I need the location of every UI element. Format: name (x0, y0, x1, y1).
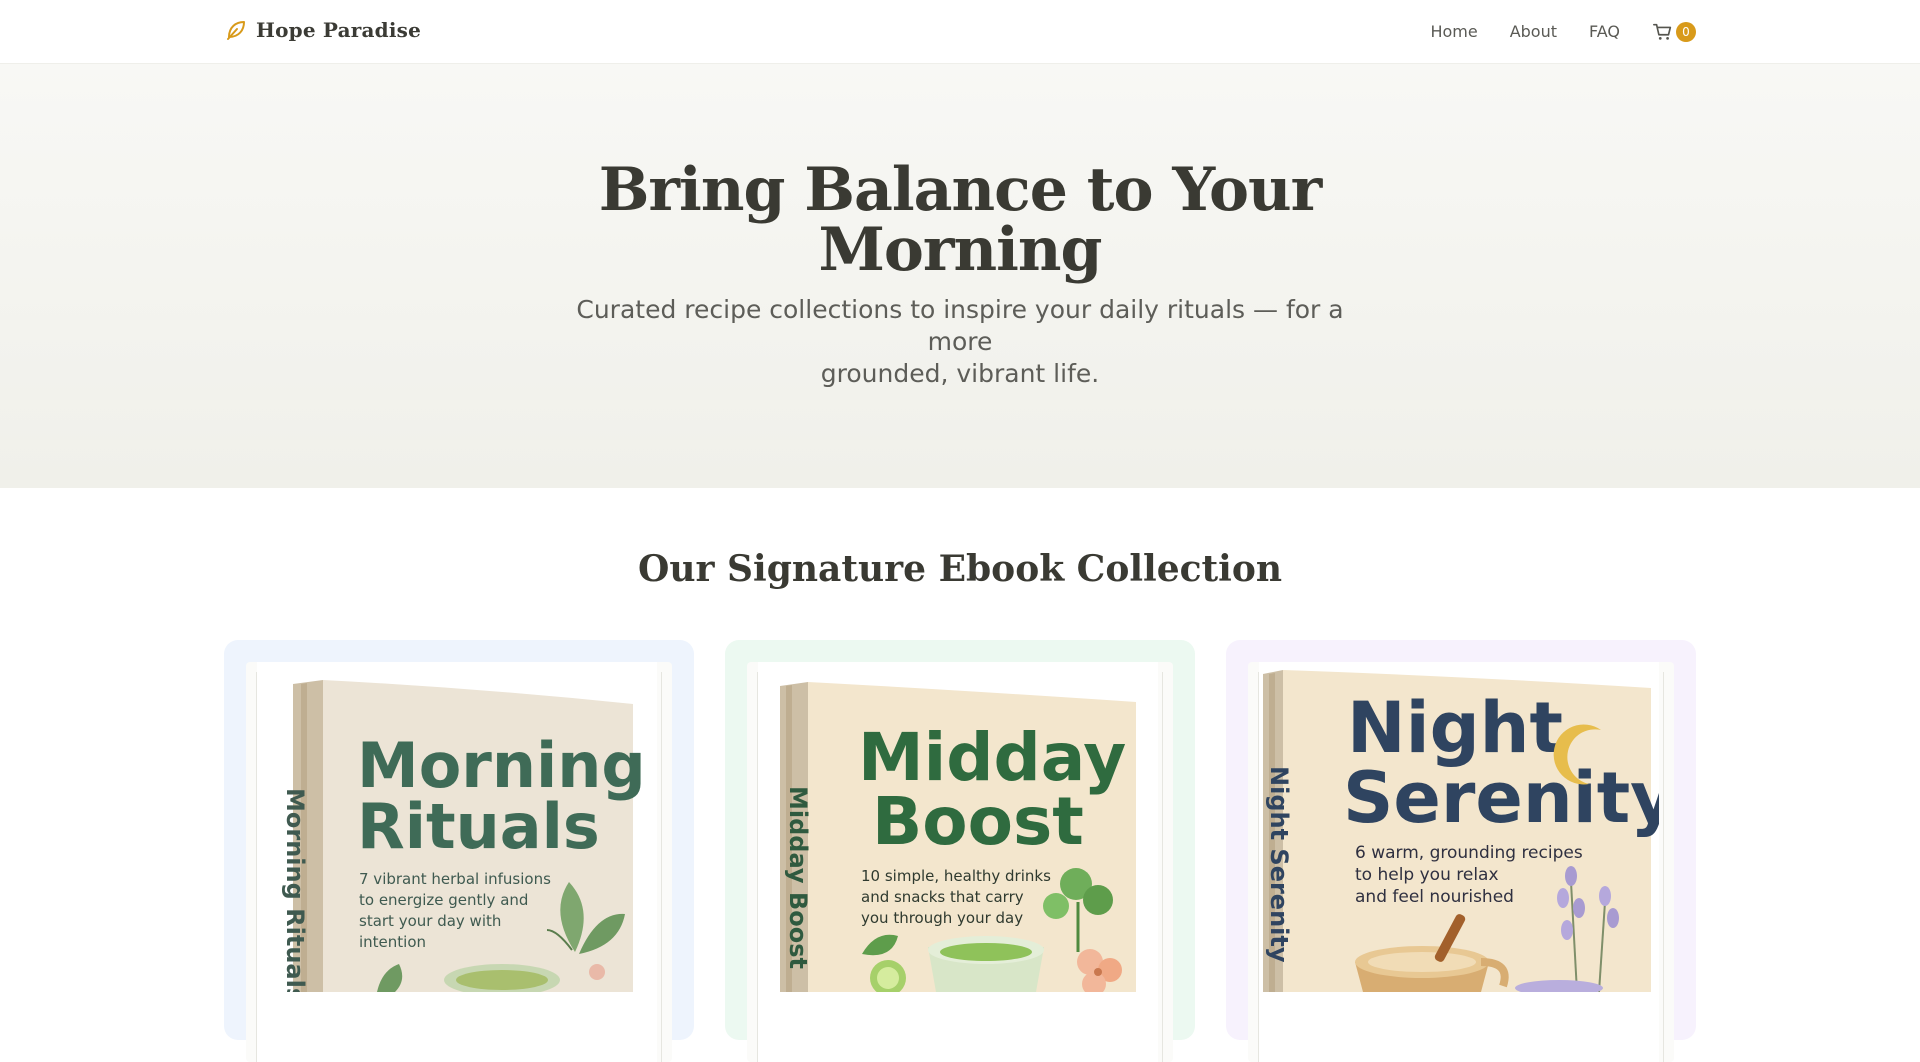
book-desc-line1: 10 simple, healthy drinks (861, 867, 1051, 885)
book-desc-line3: start your day with (359, 912, 501, 930)
shopping-cart-icon (1653, 23, 1672, 40)
leaf-icon (227, 21, 245, 40)
ebook-card-night-serenity[interactable]: Night Serenity Night Serenity 6 warm, gr… (1226, 640, 1696, 1062)
book-desc-line1: 6 warm, grounding recipes (1355, 843, 1583, 863)
nav-link-home[interactable]: Home (1430, 22, 1477, 41)
hero-title: Bring Balance to Your Morning (560, 160, 1360, 280)
ebook-card-body: Morning Rituals Morning Rituals 7 vibran… (246, 662, 672, 1062)
book-cover-image[interactable]: Morning Rituals Morning Rituals 7 vibran… (257, 662, 657, 1062)
ebook-card-body: Midday Boost Midday Boost 10 simple, hea… (747, 662, 1173, 1062)
book-spine-title: Midday Boost (784, 786, 812, 969)
book-desc-line3: you through your day (861, 909, 1023, 927)
nav-links: Home About FAQ 0 (1430, 0, 1696, 63)
morning-rituals-cover: Morning Rituals Morning Rituals 7 vibran… (281, 680, 646, 992)
top-navbar: Hope Paradise Home About FAQ 0 (0, 0, 1920, 64)
ebook-card-midday-boost[interactable]: Midday Boost Midday Boost 10 simple, hea… (725, 640, 1195, 1062)
flower-icon (589, 964, 605, 980)
hero-subtitle: Curated recipe collections to inspire yo… (560, 294, 1360, 390)
book-title-line2: Rituals (357, 790, 600, 863)
midday-boost-cover: Midday Boost Midday Boost 10 simple, hea… (780, 682, 1136, 992)
hero-subtitle-line2: grounded, vibrant life. (820, 359, 1100, 388)
hero-title-line2: Morning (818, 215, 1102, 285)
hero-section: Bring Balance to Your Morning Curated re… (0, 64, 1920, 488)
book-desc-line2: to help you relax (1355, 865, 1499, 885)
ebook-card-body: Night Serenity Night Serenity 6 warm, gr… (1248, 662, 1674, 1062)
book-desc-line4: intention (359, 933, 426, 951)
nav-link-faq[interactable]: FAQ (1589, 22, 1620, 41)
nav-link-about[interactable]: About (1510, 22, 1557, 41)
cart-button[interactable]: 0 (1652, 21, 1696, 43)
book-desc-line1: 7 vibrant herbal infusions (359, 870, 551, 888)
book-cover-image[interactable]: Night Serenity Night Serenity 6 warm, gr… (1259, 662, 1659, 1062)
brand-name: Hope Paradise (256, 18, 422, 42)
book-desc-line3: and feel nourished (1355, 887, 1514, 907)
book-spine-title: Night Serenity (1265, 766, 1293, 963)
brand-logo[interactable]: Hope Paradise (224, 18, 421, 42)
book-cover-image[interactable]: Midday Boost Midday Boost 10 simple, hea… (758, 662, 1158, 1062)
green-juice-cup-illustration (928, 936, 1044, 992)
ebook-card-morning-rituals[interactable]: Morning Rituals Morning Rituals 7 vibran… (224, 640, 694, 1062)
book-desc-line2: and snacks that carry (861, 888, 1024, 906)
book-title-line2: Serenity (1343, 757, 1659, 839)
book-spine-title: Morning Rituals (281, 788, 309, 992)
night-serenity-cover: Night Serenity Night Serenity 6 warm, gr… (1263, 670, 1659, 992)
hero-subtitle-line1: Curated recipe collections to inspire yo… (576, 295, 1344, 356)
book-desc-line2: to energize gently and (359, 891, 528, 909)
book-title-line2: Boost (872, 783, 1084, 860)
cart-count-badge: 0 (1676, 21, 1696, 42)
collection-title: Our Signature Ebook Collection (637, 548, 1283, 590)
